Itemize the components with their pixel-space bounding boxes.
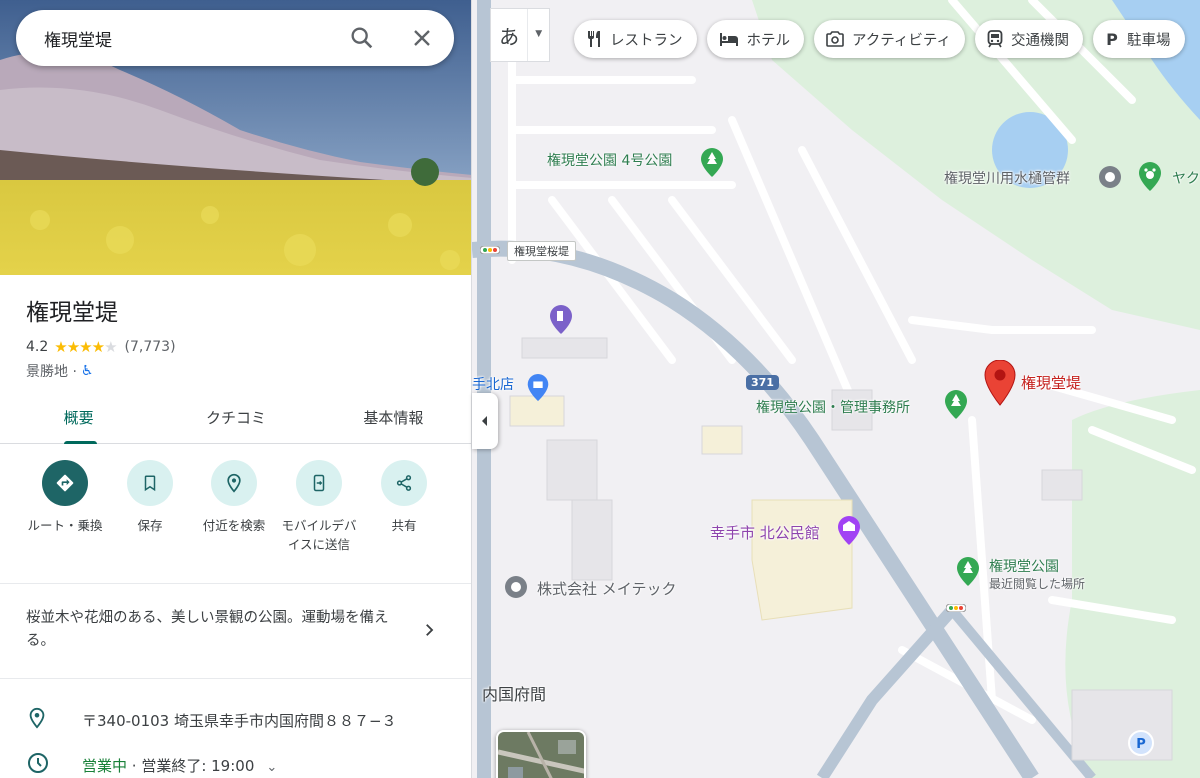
- map-label-meitec[interactable]: 株式会社 メイテック: [537, 578, 676, 599]
- star-icon: ★: [79, 338, 92, 356]
- share-button[interactable]: 共有: [359, 458, 449, 535]
- address-text: 〒340-0103 埼玉県幸手市内国府間８８７−３: [82, 711, 397, 730]
- rating-row[interactable]: 4.2 ★ ★ ★ ★ ★ (7,773): [26, 338, 176, 356]
- map-label-recent: 最近閲覧した場所: [989, 577, 1086, 591]
- close-icon[interactable]: [408, 24, 436, 52]
- rating-value: 4.2: [26, 339, 49, 355]
- nearby-label: 付近を検索: [202, 518, 266, 533]
- star-icon: ★: [66, 338, 80, 356]
- chip-hotels[interactable]: ホテル: [706, 20, 804, 58]
- category-chips: レストラン ホテル アクティビティ 交通機関 P 駐車場: [574, 20, 1185, 58]
- map-canvas[interactable]: 権現堂公園 4号公園 権現堂川用水樋管群 ヤク 権現堂桜堤 手北店 ァ 371 …: [472, 0, 1200, 778]
- restaurant-icon: [586, 30, 602, 48]
- share-label: 共有: [391, 518, 417, 533]
- hours-open-status: 営業中: [82, 756, 128, 775]
- input-method-toggle[interactable]: あ ▼: [490, 8, 550, 62]
- ime-label: あ: [491, 9, 529, 61]
- hours-detail: · 営業終了: 19:00: [127, 756, 255, 775]
- map-label-park[interactable]: 権現堂公園: [989, 556, 1059, 576]
- save-label: 保存: [137, 518, 163, 533]
- save-button[interactable]: 保存: [105, 458, 195, 535]
- chip-transit[interactable]: 交通機関: [975, 20, 1084, 58]
- route-shield: 371: [746, 375, 779, 390]
- location-pin-icon: [26, 707, 48, 733]
- share-icon: [381, 460, 427, 506]
- directions-button[interactable]: ルート・乗換: [20, 458, 110, 535]
- map-label-sakura-tsutsumi[interactable]: 権現堂桜堤: [507, 241, 576, 261]
- chip-label: レストラン: [610, 32, 683, 49]
- star-empty-icon: ★: [104, 338, 117, 356]
- chevron-right-icon: [420, 621, 438, 643]
- address-row[interactable]: 〒340-0103 埼玉県幸手市内国府間８８７−３: [0, 700, 471, 740]
- hotel-icon: [719, 31, 739, 47]
- map-label-yak[interactable]: ヤク: [1172, 168, 1200, 188]
- send-to-phone-icon: [296, 460, 342, 506]
- map-label-park4[interactable]: 権現堂公園 4号公園: [547, 150, 672, 170]
- chip-label: アクティビティ: [852, 32, 952, 49]
- train-icon: [987, 30, 1003, 48]
- place-category: 景勝地 ·: [26, 364, 77, 380]
- search-icon[interactable]: [348, 24, 376, 52]
- clock-icon: [26, 751, 50, 778]
- hours-row[interactable]: 営業中 · 営業終了: 19:00 ⌄: [0, 745, 471, 778]
- chip-parking[interactable]: P 駐車場: [1093, 20, 1185, 58]
- chip-label: ホテル: [746, 32, 791, 49]
- chevron-down-icon: ⌄: [266, 759, 278, 775]
- satellite-preview-icon: [498, 732, 584, 778]
- wheelchair-icon: ♿: [80, 363, 94, 379]
- map-base: [472, 0, 1200, 778]
- svg-text:P: P: [1136, 737, 1146, 752]
- description-row[interactable]: 桜並木や花畑のある、美しい景観の公園。運動場を備える。: [0, 585, 471, 679]
- hours-text: 営業中 · 営業終了: 19:00 ⌄: [82, 755, 277, 776]
- category-row: 景勝地 · ♿: [26, 361, 93, 381]
- tab-about[interactable]: 基本情報: [315, 396, 471, 443]
- star-icon: ★: [54, 338, 67, 356]
- place-tabs: 概要 クチコミ 基本情報: [0, 396, 471, 444]
- star-icon: ★: [91, 338, 105, 356]
- map-label-uchikoku: 内国府間: [482, 685, 547, 704]
- directions-label: ルート・乗換: [27, 518, 103, 533]
- map-label-pipes[interactable]: 権現堂川用水樋管群: [944, 168, 1070, 188]
- action-bar: ルート・乗換 保存 付近を検索 モバイルデバイスに送信 共有: [0, 458, 471, 584]
- directions-icon: [42, 460, 88, 506]
- camera-icon: [826, 31, 844, 47]
- nearby-button[interactable]: 付近を検索: [189, 458, 279, 535]
- svg-text:P: P: [1106, 30, 1118, 48]
- search-box: [16, 10, 454, 66]
- bookmark-icon: [127, 460, 173, 506]
- chevron-left-icon: [480, 412, 490, 431]
- place-panel: 権現堂堤 4.2 ★ ★ ★ ★ ★ (7,773) 景勝地 · ♿ 概要 クチ…: [0, 0, 472, 778]
- collapse-panel-button[interactable]: [472, 393, 498, 449]
- send-to-phone-label: モバイルデバイスに送信: [281, 518, 357, 552]
- chip-restaurants[interactable]: レストラン: [574, 20, 697, 58]
- layers-thumbnail[interactable]: [496, 730, 586, 778]
- parking-icon: P: [1105, 30, 1119, 48]
- tab-reviews[interactable]: クチコミ: [157, 396, 314, 443]
- place-title: 権現堂堤: [26, 300, 118, 326]
- chip-label: 交通機関: [1011, 32, 1070, 49]
- review-count[interactable]: (7,773): [125, 339, 176, 355]
- description-text: 桜並木や花畑のある、美しい景観の公園。運動場を備える。: [26, 610, 389, 649]
- chip-activities[interactable]: アクティビティ: [814, 20, 966, 58]
- search-input[interactable]: [44, 28, 334, 48]
- map-label-pin[interactable]: 権現堂堤: [1021, 372, 1081, 393]
- nearby-icon: [211, 460, 257, 506]
- map-label-hoku[interactable]: 幸手市 北公民館: [710, 522, 820, 543]
- tab-overview[interactable]: 概要: [0, 396, 157, 444]
- send-to-phone-button[interactable]: モバイルデバイスに送信: [274, 458, 364, 554]
- chevron-down-icon[interactable]: ▼: [528, 9, 549, 61]
- chip-label: 駐車場: [1127, 32, 1171, 49]
- map-label-kanri[interactable]: 権現堂公園・管理事務所: [756, 397, 910, 417]
